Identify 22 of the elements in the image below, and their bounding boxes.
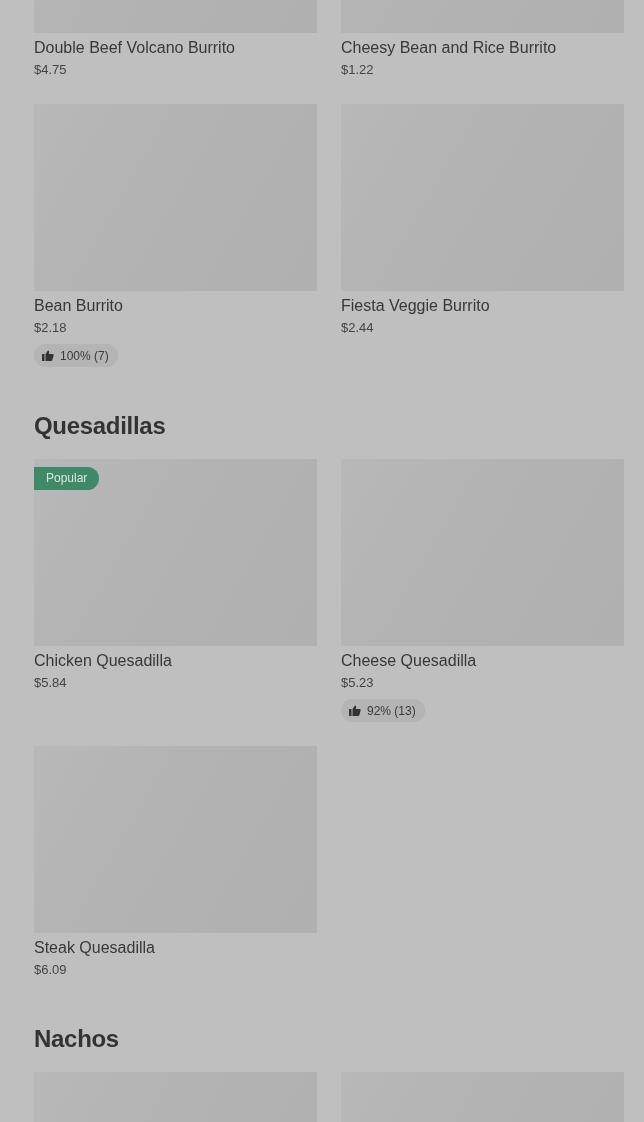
item-name[interactable]: Cheese Quesadilla xyxy=(341,650,477,672)
item-price: $5.84 xyxy=(34,674,67,692)
item-name[interactable]: Fiesta Veggie Burrito xyxy=(341,295,490,317)
item-name[interactable]: Double Beef Volcano Burrito xyxy=(34,37,235,59)
section-heading: Nachos xyxy=(34,1024,120,1054)
popular-badge: Popular xyxy=(34,467,100,490)
item-name[interactable]: Bean Burrito xyxy=(34,295,123,317)
item-price: $6.09 xyxy=(34,961,67,979)
item-price: $5.23 xyxy=(341,674,374,692)
item-name[interactable]: Cheesy Bean and Rice Burrito xyxy=(341,37,557,59)
image-placeholder[interactable]: Popular xyxy=(34,459,317,646)
rating-text: 92% (13) xyxy=(367,703,416,718)
section-heading: Quesadillas xyxy=(34,411,167,441)
item-price: $1.22 xyxy=(341,61,374,79)
item-name[interactable]: Steak Quesadilla xyxy=(34,937,155,959)
item-name[interactable]: Chicken Quesadilla xyxy=(34,650,172,672)
item-price: $2.44 xyxy=(341,319,374,337)
item-price: $4.75 xyxy=(34,61,67,79)
thumbs-up-icon xyxy=(42,350,54,361)
rating-text: 100% (7) xyxy=(60,348,109,363)
thumbs-up-icon xyxy=(349,705,361,716)
item-price: $2.18 xyxy=(34,319,67,337)
